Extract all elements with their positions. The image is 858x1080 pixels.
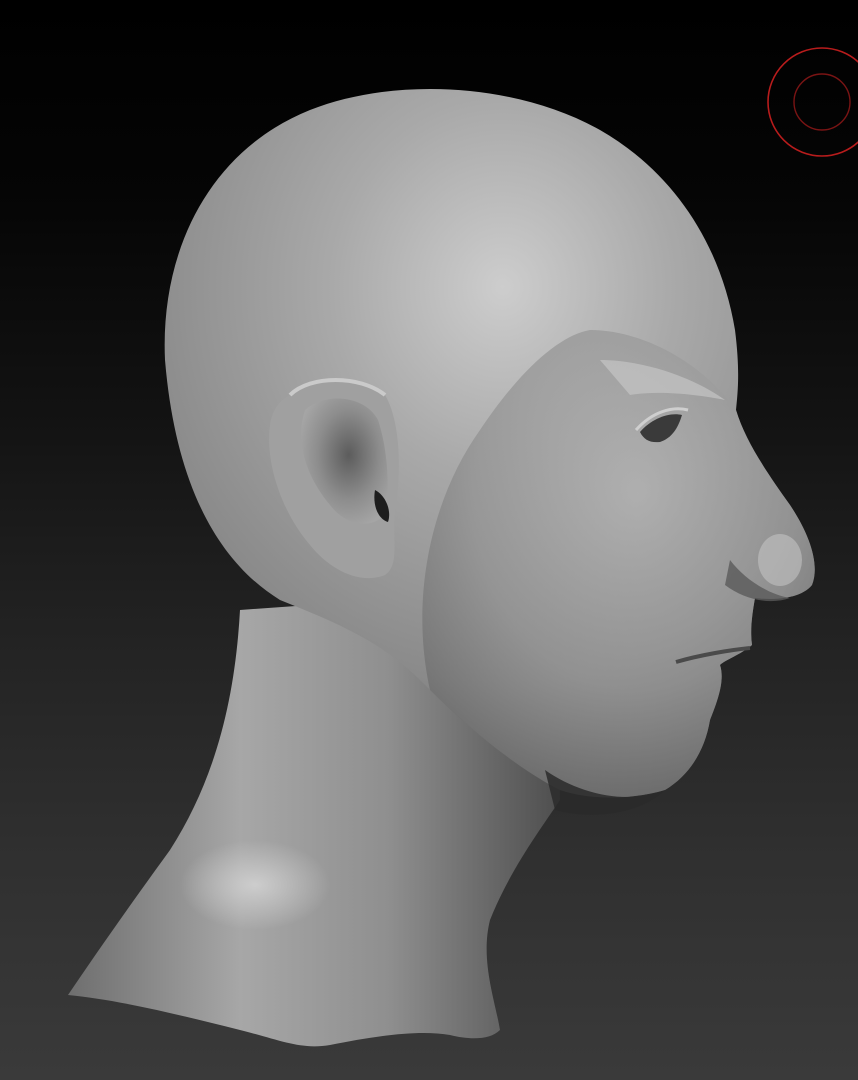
nose-tip-highlight <box>758 534 802 586</box>
shoulder-highlight <box>180 840 330 930</box>
head-model[interactable] <box>0 0 858 1080</box>
sculpt-viewport[interactable] <box>0 0 858 1080</box>
brush-cursor-icon <box>767 47 858 157</box>
